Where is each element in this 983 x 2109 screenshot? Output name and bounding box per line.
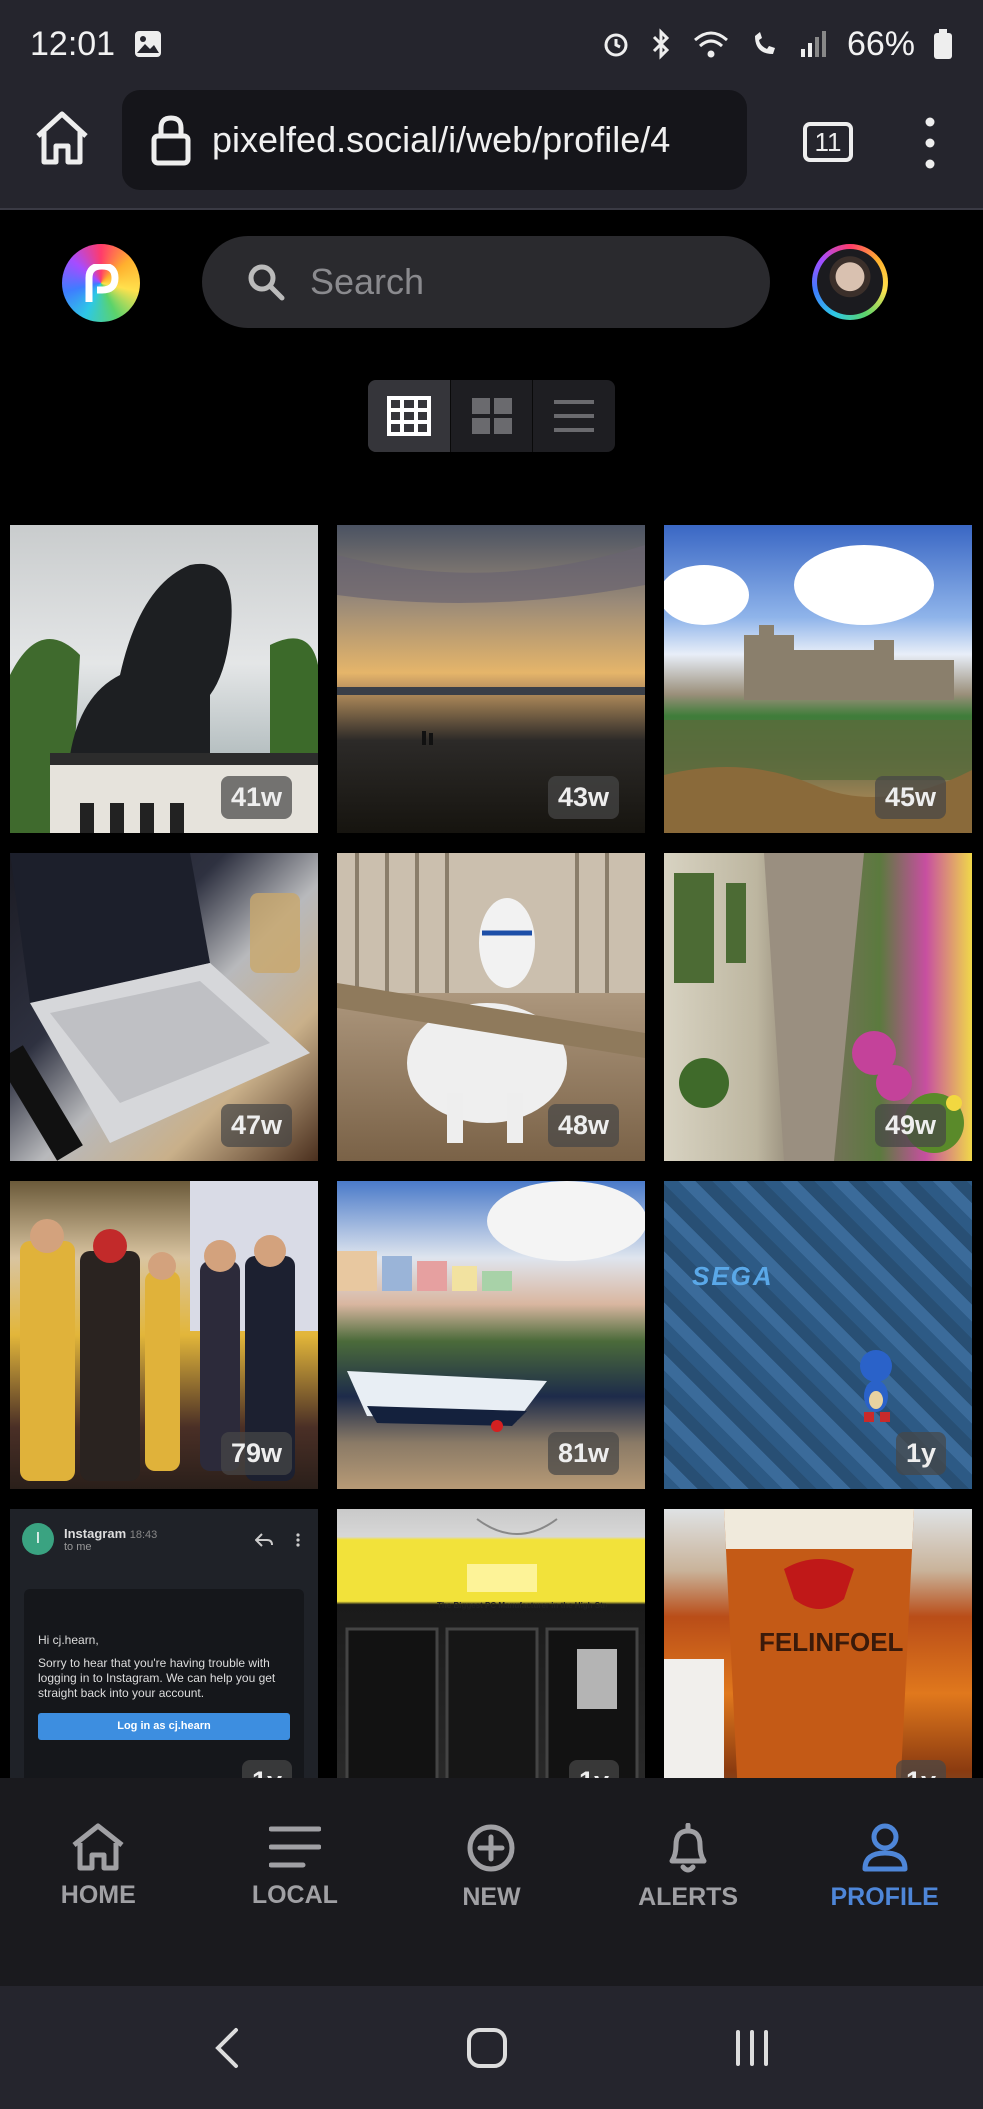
nav-alerts-label: ALERTS	[638, 1883, 739, 1911]
post-age-badge: 41w	[220, 776, 292, 819]
post-tile[interactable]: 47w	[10, 853, 318, 1161]
post-tile[interactable]: I Instagram 18:43 to me Hi cj.hearn, Sor…	[10, 1509, 318, 1778]
post-tile[interactable]: 45w	[664, 525, 972, 833]
nav-profile-label: PROFILE	[830, 1883, 939, 1911]
battery-icon	[934, 29, 952, 59]
nav-home[interactable]: HOME	[13, 1823, 183, 1910]
browser-home-icon[interactable]	[32, 108, 92, 168]
grid-large-icon	[471, 398, 512, 434]
email-text: Sorry to hear that you're having trouble…	[38, 1656, 276, 1700]
email-logo-area	[38, 1599, 290, 1633]
post-age-badge: 47w	[220, 1104, 292, 1147]
search-icon	[248, 264, 285, 301]
post-age-badge: 1y	[568, 1760, 619, 1778]
post-age-badge: 48w	[547, 1104, 619, 1147]
shop-front-image	[345, 1518, 639, 1778]
layout-toggle	[368, 380, 615, 452]
post-tile[interactable]: SEGA 1y	[664, 1181, 972, 1489]
bell-icon	[669, 1823, 707, 1873]
status-bar: 12:01 66%	[0, 0, 983, 88]
email-sender: Instagram	[64, 1525, 127, 1541]
search-box[interactable]	[202, 236, 770, 328]
email-header: I Instagram 18:43 to me	[22, 1523, 157, 1555]
more-icon	[296, 1533, 300, 1547]
search-input[interactable]	[308, 260, 732, 304]
avatar-photo	[817, 249, 883, 315]
post-age-badge: 1y	[241, 1760, 292, 1778]
large-grid-view-button[interactable]	[451, 380, 534, 452]
url-text: pixelfed.social/i/web/profile/4	[212, 119, 671, 160]
battery-percent: 66%	[846, 24, 915, 63]
nav-local-label: LOCAL	[251, 1881, 338, 1909]
nav-home-label: HOME	[60, 1881, 136, 1909]
gallery-icon	[135, 31, 162, 57]
sonic-image	[860, 1350, 892, 1422]
tab-switcher-button[interactable]: 11	[803, 122, 853, 162]
post-age-badge: 1y	[895, 1432, 946, 1475]
nav-profile[interactable]: PROFILE	[800, 1823, 970, 1912]
post-tile[interactable]: 81w	[337, 1181, 645, 1489]
post-age-badge: 43w	[547, 776, 619, 819]
status-time: 12:01	[30, 24, 116, 63]
post-tile[interactable]: 41w	[10, 525, 318, 833]
plus-circle-icon	[467, 1824, 515, 1872]
bottom-navigation: HOME LOCAL NEW ALERTS PROFILE	[0, 1778, 983, 1986]
status-right: 66%	[601, 25, 953, 64]
post-age-badge: 45w	[874, 776, 946, 819]
grid-small-icon	[386, 396, 431, 436]
sega-logo-text: SEGA	[692, 1261, 774, 1291]
email-body: Hi cj.hearn, Sorry to hear that you're h…	[24, 1589, 304, 1778]
post-tile[interactable]: The Biggest PC Manufacturer in the High …	[337, 1509, 645, 1778]
sender-initial: I	[22, 1523, 54, 1555]
post-age-badge: 49w	[874, 1104, 946, 1147]
post-tile[interactable]: 43w	[337, 525, 645, 833]
email-to: to me	[64, 1540, 92, 1553]
home-button-icon[interactable]	[465, 2026, 509, 2070]
post-grid: 41w 43w 45w 47w 48w 49w 79w 81w SEGA 1y …	[10, 525, 973, 1778]
post-tile[interactable]: 48w	[337, 853, 645, 1161]
browser-toolbar: pixelfed.social/i/web/profile/4 11	[0, 88, 983, 210]
wifi-calling-icon	[754, 32, 775, 54]
feed-view-button[interactable]	[533, 380, 615, 452]
kebab-menu-icon[interactable]	[922, 116, 938, 170]
system-navigation-bar	[0, 1986, 983, 2109]
beer-brand-text: FELINFOEL	[759, 1627, 904, 1657]
nav-alerts[interactable]: ALERTS	[603, 1823, 773, 1912]
list-icon	[268, 1826, 321, 1868]
address-bar[interactable]: pixelfed.social/i/web/profile/4	[122, 90, 747, 190]
bluetooth-icon	[652, 28, 670, 60]
grid-view-button[interactable]	[368, 380, 451, 452]
profile-avatar[interactable]	[812, 244, 888, 320]
nav-new-label: NEW	[462, 1883, 521, 1911]
nav-local[interactable]: LOCAL	[210, 1823, 380, 1910]
post-tile[interactable]: 49w	[664, 853, 972, 1161]
post-age-badge: 79w	[220, 1432, 292, 1475]
logo-glyph	[85, 264, 119, 302]
post-age-badge: 1y	[895, 1760, 946, 1778]
lock-icon	[151, 115, 191, 166]
status-left: 12:01	[30, 25, 163, 64]
email-time: 18:43	[129, 1528, 158, 1541]
home-icon	[72, 1823, 124, 1871]
reply-icon	[255, 1533, 273, 1547]
signal-icon	[800, 31, 826, 57]
post-tile[interactable]: 79w	[10, 1181, 318, 1489]
email-sender-block: Instagram 18:43 to me	[64, 1526, 157, 1553]
recents-icon[interactable]	[732, 2028, 772, 2068]
back-icon[interactable]	[212, 2026, 242, 2070]
list-view-icon	[554, 400, 595, 432]
alarm-icon	[604, 33, 628, 57]
user-icon	[862, 1823, 908, 1872]
email-greeting: Hi cj.hearn,	[38, 1633, 99, 1647]
pixelfed-logo[interactable]	[62, 244, 140, 322]
email-login-button: Log in as cj.hearn	[38, 1713, 290, 1740]
post-tile[interactable]: FELINFOEL 1y	[664, 1509, 972, 1778]
wifi-icon	[693, 31, 728, 58]
post-age-badge: 81w	[547, 1432, 619, 1475]
nav-new[interactable]: NEW	[406, 1823, 576, 1912]
